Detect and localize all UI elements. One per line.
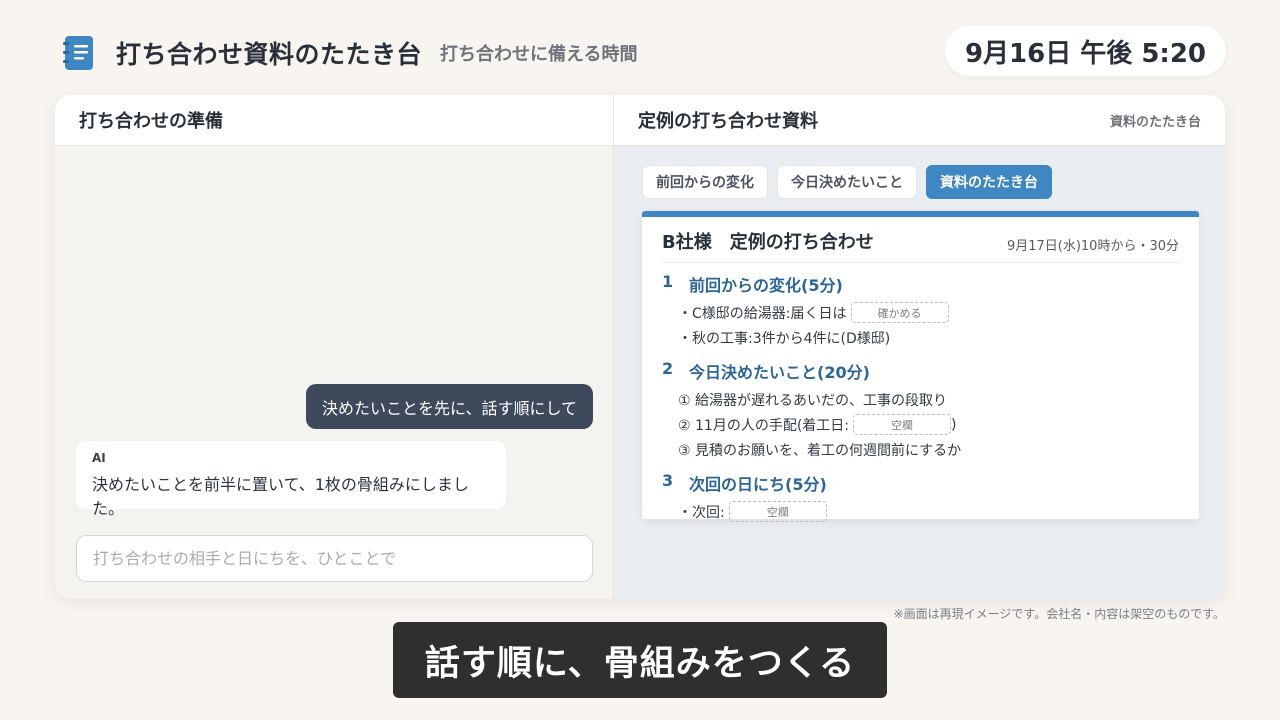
section-number: 2 — [662, 359, 674, 378]
section-title: 前回からの変化(5分) — [689, 276, 843, 295]
document-title: B社様 定例の打ち合わせ — [662, 232, 874, 253]
document-pane: 定例の打ち合わせ資料 資料のたたき台 前回からの変化 今日決めたいこと 資料のた… — [614, 95, 1225, 599]
tab-decisions[interactable]: 今日決めたいこと — [777, 165, 917, 199]
chat-pane-header: 打ち合わせの準備 — [55, 95, 613, 146]
agenda-text: ① 給湯器が遅れるあいだの、工事の段取り — [678, 392, 947, 409]
agenda-text: ③ 見積のお願いを、着工の何週間前にするか — [678, 442, 962, 459]
chat-pane: 打ち合わせの準備 決めたいことを先に、話す順にして AI 決めたいことを前半に置… — [55, 95, 614, 599]
section-number: 1 — [662, 272, 674, 291]
section-title: 次回の日にち(5分) — [689, 475, 827, 494]
blank-field[interactable]: 確かめる — [850, 302, 949, 323]
blank-field[interactable]: 空欄 — [728, 501, 827, 522]
app-subtitle: 打ち合わせに備える時間 — [440, 44, 638, 65]
agenda-line: ・秋の工事:3件から4件に(D様邸) — [662, 325, 1179, 350]
chat-input[interactable] — [76, 535, 593, 582]
agenda-line: ① 給湯器が遅れるあいだの、工事の段取り — [662, 387, 1179, 412]
agenda-text: ・C様邸の給湯器:届く日は — [678, 305, 847, 322]
section-heading: 3 次回の日にち(5分) — [662, 471, 1179, 495]
agenda-text: ・次回: — [678, 504, 725, 521]
section-heading: 1 前回からの変化(5分) — [662, 272, 1179, 296]
app-header: 打ち合わせ資料のたたき台 打ち合わせに備える時間 9月16日 午後 5:20 — [60, 26, 1226, 76]
section-number: 3 — [662, 471, 674, 490]
agenda-line: ・C様邸の給湯器:届く日は 確かめる — [662, 300, 1179, 325]
chat-pane-title: 打ち合わせの準備 — [79, 111, 223, 132]
section-title: 今日決めたいこと(20分) — [689, 363, 870, 382]
document-tabs: 前回からの変化 今日決めたいこと 資料のたたき台 — [642, 165, 1052, 199]
tab-changes[interactable]: 前回からの変化 — [642, 165, 768, 199]
agenda-text-end: ) — [951, 416, 957, 433]
main-card: 打ち合わせの準備 決めたいことを先に、話す順にして AI 決めたいことを前半に置… — [55, 95, 1225, 599]
notebook-icon — [60, 34, 96, 72]
datetime-badge: 9月16日 午後 5:20 — [944, 26, 1226, 76]
ai-message-text: 決めたいことを前半に置いて、1枚の骨組みにしました。 — [92, 475, 469, 518]
ai-label: AI — [92, 451, 106, 465]
video-caption: 話す順に、骨組みをつくる — [393, 622, 887, 698]
document-pane-tag: 資料のたたき台 — [1109, 114, 1201, 130]
document-pane-header: 定例の打ち合わせ資料 資料のたたき台 — [614, 95, 1225, 146]
agenda-line: ・次回: 空欄 — [662, 499, 1179, 524]
draft-document: B社様 定例の打ち合わせ 9月17日(水)10時から・30分 1 前回からの変化… — [642, 211, 1199, 522]
agenda-section-1: 1 前回からの変化(5分) ・C様邸の給湯器:届く日は 確かめる ・秋の工事:3… — [662, 272, 1179, 350]
blank-field[interactable]: 空欄 — [853, 414, 951, 435]
section-heading: 2 今日決めたいこと(20分) — [662, 359, 1179, 383]
disclaimer: ※画面は再現イメージです。会社名・内容は架空のものです。 — [893, 607, 1225, 621]
agenda-section-3: 3 次回の日にち(5分) ・次回: 空欄 — [662, 471, 1179, 524]
user-message: 決めたいことを先に、話す順にして — [305, 384, 593, 429]
document-head: B社様 定例の打ち合わせ 9月17日(水)10時から・30分 — [662, 217, 1179, 263]
app-title: 打ち合わせ資料のたたき台 — [116, 40, 423, 69]
agenda-text: ・秋の工事:3件から4件に(D様邸) — [678, 330, 891, 347]
tab-draft[interactable]: 資料のたたき台 — [926, 165, 1052, 199]
agenda-line: ② 11月の人の手配(着工日: 空欄 ) — [662, 412, 1179, 437]
agenda-text: ② 11月の人の手配(着工日: — [678, 417, 849, 434]
document-pane-title: 定例の打ち合わせ資料 — [638, 111, 818, 132]
ai-message: AI 決めたいことを前半に置いて、1枚の骨組みにしました。 — [76, 441, 506, 518]
document-datetime: 9月17日(水)10時から・30分 — [1006, 239, 1179, 254]
agenda-section-2: 2 今日決めたいこと(20分) ① 給湯器が遅れるあいだの、工事の段取り ② 1… — [662, 359, 1179, 462]
agenda-line: ③ 見積のお願いを、着工の何週間前にするか — [662, 437, 1179, 462]
